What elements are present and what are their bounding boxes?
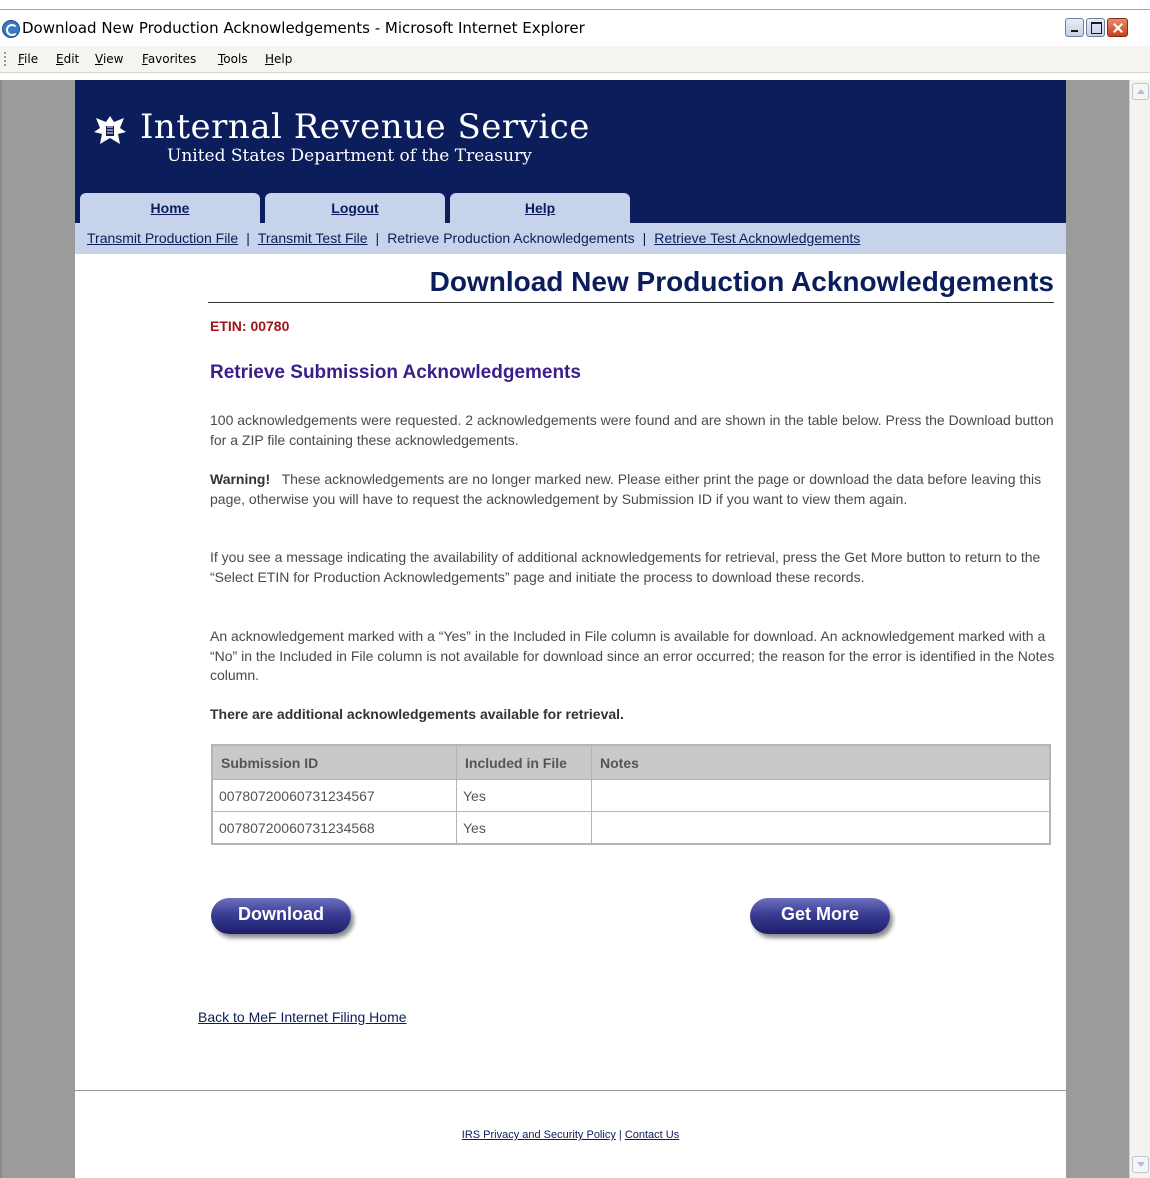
subnav-separator: | — [642, 230, 647, 246]
title-divider — [208, 302, 1054, 303]
scroll-down-icon[interactable] — [1132, 1156, 1149, 1173]
footer-separator: | — [618, 1129, 622, 1141]
menu-favorites[interactable]: Favorites — [142, 52, 196, 66]
page-margin-left — [0, 80, 75, 1178]
back-to-home-link[interactable]: Back to MeF Internet Filing Home — [198, 1009, 407, 1025]
warning-text: These acknowledgements are no longer mar… — [210, 471, 1042, 507]
results-paragraph: 100 acknowledgements were requested. 2 a… — [210, 412, 1054, 448]
cell-notes — [591, 811, 1051, 845]
privacy-policy-link[interactable]: IRS Privacy and Security Policy — [462, 1129, 616, 1141]
warning-label: Warning! — [210, 471, 271, 487]
column-header-submission-id: Submission ID — [211, 744, 457, 780]
subnav-separator: | — [375, 230, 380, 246]
menubar-grip[interactable] — [4, 52, 8, 66]
etin-label: ETIN: — [210, 318, 247, 334]
etin-line: ETIN: 00780 — [210, 318, 289, 334]
contact-us-link[interactable]: Contact Us — [625, 1129, 679, 1141]
menu-edit[interactable]: Edit — [56, 52, 79, 66]
close-icon[interactable] — [1107, 18, 1128, 37]
irs-title: Internal Revenue Service — [140, 107, 590, 147]
subnav-retrieve-test[interactable]: Retrieve Test Acknowledgements — [654, 230, 860, 246]
table-row: 00780720060731234567 Yes — [211, 779, 1051, 812]
cell-included-in-file: Yes — [456, 811, 592, 845]
get-more-paragraph: If you see a message indicating the avai… — [210, 549, 1041, 585]
titlebar-border — [0, 9, 1150, 10]
page-title: Download New Production Acknowledgements — [429, 266, 1054, 297]
acknowledgements-table: Submission ID Included in File Notes 007… — [211, 744, 1051, 845]
maximize-icon[interactable] — [1086, 18, 1105, 37]
menu-view[interactable]: View — [95, 52, 123, 66]
cell-submission-id: 00780720060731234567 — [211, 779, 457, 812]
sub-navigation: Transmit Production File | Transmit Test F… — [75, 223, 1066, 254]
table-header-row: Submission ID Included in File Notes — [211, 744, 1051, 780]
menu-help[interactable]: Help — [265, 52, 292, 66]
footer-divider — [75, 1090, 1066, 1091]
subnav-retrieve-production-current: Retrieve Production Acknowledgements — [387, 230, 635, 246]
download-button[interactable]: Download — [211, 898, 351, 934]
subnav-transmit-test[interactable]: Transmit Test File — [258, 230, 368, 246]
page-margin-right — [1066, 80, 1129, 1178]
menubar: File Edit View Favorites Tools Help — [0, 46, 1150, 114]
irs-header: Internal Revenue Service United States D… — [75, 80, 1066, 223]
ie-icon — [2, 20, 20, 38]
section-heading: Retrieve Submission Acknowledgements — [210, 362, 581, 383]
minimize-icon[interactable] — [1065, 18, 1084, 37]
column-header-included-in-file: Included in File — [456, 744, 592, 780]
subnav-transmit-production[interactable]: Transmit Production File — [87, 230, 238, 246]
footer: IRS Privacy and Security Policy | Contac… — [75, 1129, 1066, 1141]
column-header-notes: Notes — [591, 744, 1051, 780]
menu-file[interactable]: File — [18, 52, 38, 66]
get-more-button[interactable]: Get More — [750, 898, 890, 934]
window-title: Download New Production Acknowledgements… — [22, 19, 585, 37]
additional-available-message: There are additional acknowledgements av… — [210, 706, 624, 722]
cell-notes — [591, 779, 1051, 812]
scroll-up-icon[interactable] — [1132, 83, 1149, 100]
menu-tools[interactable]: Tools — [218, 52, 248, 66]
warning-paragraph: Warning! These acknowledgements are no l… — [210, 470, 1056, 509]
cell-included-in-file: Yes — [456, 779, 592, 812]
etin-value: 00780 — [250, 318, 290, 334]
irs-subtitle: United States Department of the Treasury — [167, 146, 532, 166]
subnav-separator: | — [246, 230, 250, 246]
tab-home[interactable]: Home — [80, 193, 260, 223]
included-in-file-paragraph: An acknowledgement marked with a “Yes” i… — [210, 628, 1055, 683]
vertical-scrollbar[interactable] — [1129, 80, 1150, 1178]
window-titlebar: Download New Production Acknowledgements… — [0, 0, 1150, 44]
tab-help[interactable]: Help — [450, 193, 630, 223]
tab-logout[interactable]: Logout — [265, 193, 445, 223]
irs-eagle-logo-icon — [94, 116, 126, 144]
cell-submission-id: 00780720060731234568 — [211, 811, 457, 845]
table-row: 00780720060731234568 Yes — [211, 811, 1051, 845]
